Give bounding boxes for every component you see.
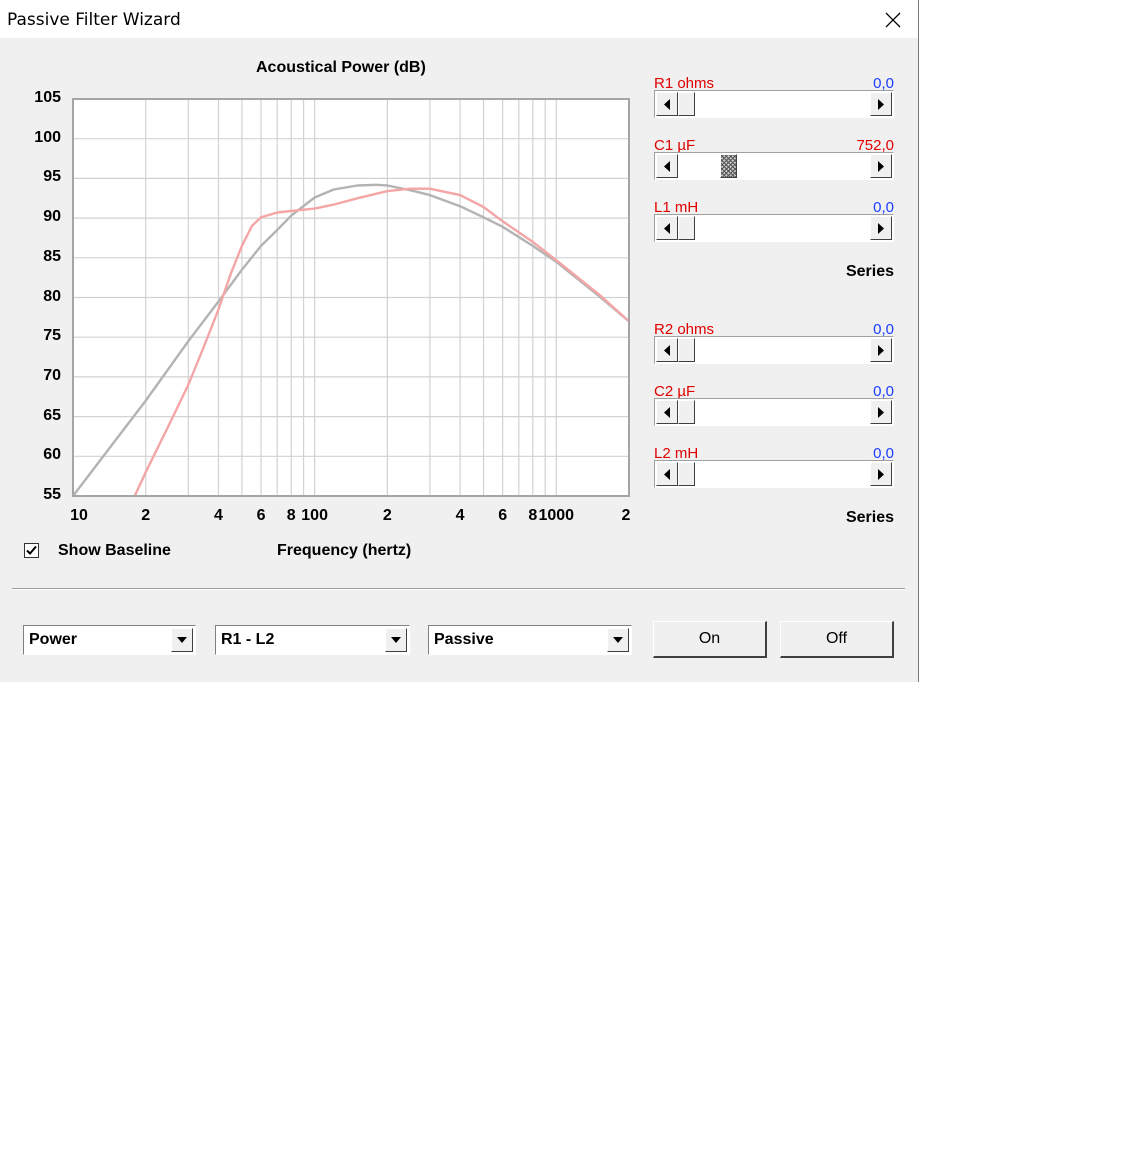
off-button[interactable]: Off [780,621,894,658]
y-tick-label: 55 [43,486,61,503]
arrow-right-icon [878,223,884,234]
frequency-response-chart [72,98,630,497]
slider-thumb[interactable] [678,338,695,362]
x-tick-label: 100 [301,507,328,524]
chevron-down-icon [177,637,187,643]
component-range-value: R1 - L2 [221,631,275,648]
arrow-right-icon [878,161,884,172]
x-tick-label: 2 [141,507,151,524]
y-tick-label: 85 [43,247,61,265]
component-range-dropdown[interactable]: R1 - L2 [215,625,410,655]
arrow-left-icon [664,407,670,418]
x-tick-label: 4 [214,507,223,524]
divider [12,588,905,590]
slider-thumb[interactable] [678,462,695,486]
arrow-right-icon [878,407,884,418]
arrow-left-icon [664,99,670,110]
response-type-value: Power [29,631,78,648]
y-tick-label: 65 [43,406,61,424]
y-tick-label: 90 [43,208,61,226]
group2-mode-label: Series [845,509,894,526]
x-tick-label: 10 [70,507,88,524]
slider-decrease-button[interactable] [656,216,678,240]
slider-increase-button[interactable] [870,92,892,116]
window-title: Passive Filter Wizard [7,10,181,30]
arrow-right-icon [878,99,884,110]
x-tick-label: 6 [256,507,266,524]
show-baseline-checkbox[interactable] [24,543,39,558]
param-slider[interactable] [654,398,894,426]
chevron-down-icon [391,637,401,643]
slider-increase-button[interactable] [870,154,892,178]
close-icon [885,12,901,28]
y-tick-label: 80 [43,287,61,305]
arrow-right-icon [878,469,884,480]
passive-filter-wizard-window: Passive Filter Wizard Acoustical Power (… [0,0,919,682]
y-tick-label: 100 [34,128,61,146]
slider-decrease-button[interactable] [656,400,678,424]
checkmark-icon [26,545,37,555]
arrow-left-icon [664,469,670,480]
response-type-dropdown-button[interactable] [171,628,193,652]
on-button[interactable]: On [653,621,767,658]
slider-decrease-button[interactable] [656,462,678,486]
arrow-right-icon [878,345,884,356]
x-tick-label: 2 [621,507,631,524]
x-tick-label: 8 [528,507,538,524]
slider-decrease-button[interactable] [656,338,678,362]
slider-decrease-button[interactable] [656,154,678,178]
response-type-dropdown[interactable]: Power [23,625,196,655]
param-slider[interactable] [654,152,894,180]
slider-increase-button[interactable] [870,338,892,362]
x-tick-label: 6 [498,507,508,524]
component-range-dropdown-button[interactable] [385,628,407,652]
title-bar: Passive Filter Wizard [0,0,918,38]
slider-thumb[interactable] [720,154,737,178]
x-tick-label: 8 [286,507,296,524]
arrow-left-icon [664,345,670,356]
param-slider[interactable] [654,336,894,364]
y-tick-label: 60 [43,446,61,464]
y-tick-label: 105 [34,89,61,106]
param-slider[interactable] [654,460,894,488]
filter-kind-value: Passive [434,631,494,648]
param-slider[interactable] [654,214,894,242]
y-tick-label: 75 [43,327,61,345]
arrow-left-icon [664,223,670,234]
group1-mode-label: Series [845,263,894,280]
slider-increase-button[interactable] [870,216,892,240]
chart-x-axis-label: Frequency (hertz) [277,542,412,559]
filter-kind-dropdown-button[interactable] [607,628,629,652]
chevron-down-icon [613,637,623,643]
x-tick-label: 1000 [538,507,575,524]
slider-increase-button[interactable] [870,400,892,424]
y-tick-label: 95 [43,168,61,186]
param-slider[interactable] [654,90,894,118]
slider-thumb[interactable] [678,400,695,424]
x-tick-label: 4 [455,507,465,524]
x-tick-label: 2 [382,507,392,524]
y-tick-label: 70 [43,366,61,384]
close-button[interactable] [872,4,914,36]
slider-increase-button[interactable] [870,462,892,486]
show-baseline-label[interactable]: Show Baseline [58,542,171,560]
arrow-left-icon [664,161,670,172]
slider-decrease-button[interactable] [656,92,678,116]
filter-kind-dropdown[interactable]: Passive [428,625,632,655]
slider-thumb[interactable] [678,92,695,116]
slider-thumb[interactable] [678,216,695,240]
